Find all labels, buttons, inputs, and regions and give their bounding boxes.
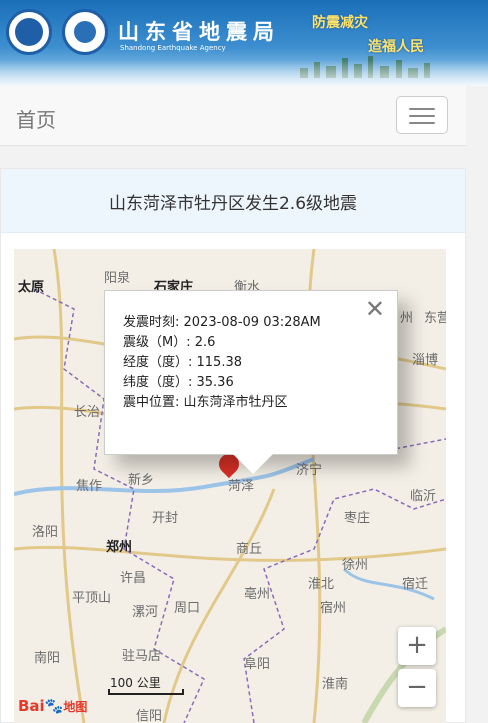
map-city-label: 临沂: [410, 489, 437, 504]
map-city-label: 驻马店: [122, 649, 162, 664]
map-city-label: 宿州: [320, 601, 347, 616]
map-city-label: 郑州: [106, 540, 133, 555]
map-city-label: 太原: [18, 280, 45, 295]
map-city-label: 漯河: [132, 605, 159, 620]
popup-magnitude: 震级（M）: 2.6: [123, 335, 216, 350]
map-city-label: 淮南: [322, 677, 349, 692]
map-city-label: 东营: [424, 311, 446, 326]
map-city-label: 徐州: [342, 558, 369, 573]
top-navbar: 首页: [0, 86, 466, 146]
banner-wave-decoration: [0, 60, 488, 86]
map-city-label: 济宁: [296, 463, 323, 478]
agency-subtitle: Shandong Earthquake Agency: [120, 44, 226, 52]
map-scale-bar: [108, 689, 184, 695]
earthquake-info-popup: ✕ 发震时刻: 2023-08-09 03:28AM 震级（M）: 2.6 经度…: [104, 290, 398, 474]
map-city-label: 商丘: [236, 542, 263, 557]
agency-seal-logo: [62, 9, 108, 55]
popup-latitude: 纬度（度）: 35.36: [123, 375, 234, 390]
map-city-label: 菏泽: [228, 479, 255, 494]
map-city-label: 亳州: [244, 587, 271, 602]
map-city-label: 南阳: [34, 651, 61, 666]
map-city-label: 宿迁: [402, 577, 429, 592]
menu-toggle-button[interactable]: [396, 96, 448, 134]
map-city-label: 阜阳: [244, 657, 271, 672]
zoom-in-button[interactable]: +: [398, 627, 436, 665]
epicenter-map[interactable]: 太原 阳泉 石家庄 衡水 州 东营 淄博 长治 济宁 焦作 新乡 菏泽 临沂 洛…: [14, 249, 446, 723]
seismology-seal-logo: [6, 9, 52, 55]
slogan-line-2: 造福人民: [368, 39, 424, 55]
map-city-label: 淮北: [308, 577, 335, 592]
baidu-logo-suffix: 地图: [63, 700, 88, 714]
paw-icon: 🐾: [44, 697, 64, 715]
popup-origin-time: 发震时刻: 2023-08-09 03:28AM: [123, 315, 321, 330]
hamburger-icon: [409, 108, 435, 110]
map-city-label: 许昌: [120, 571, 147, 586]
map-city-label: 平顶山: [72, 591, 112, 606]
map-city-label: 新乡: [128, 473, 155, 488]
nav-home-link[interactable]: 首页: [16, 104, 56, 133]
panel-heading: 山东菏泽市牡丹区发生2.6级地震: [1, 169, 465, 233]
site-banner: 山东省地震局 Shandong Earthquake Agency 防震减灾 造…: [0, 0, 488, 86]
popup-epicenter-location: 震中位置: 山东菏泽市牡丹区: [123, 395, 288, 410]
popup-pointer: [233, 454, 273, 474]
map-city-label: 焦作: [76, 479, 103, 494]
agency-title: 山东省地震局: [118, 19, 280, 44]
map-city-label: 枣庄: [344, 511, 371, 526]
map-city-label: 州: [400, 311, 414, 326]
map-city-label: 信阳: [136, 709, 163, 723]
map-city-label: 洛阳: [32, 525, 59, 540]
map-city-label: 阳泉: [104, 271, 131, 286]
map-city-label: 周口: [174, 601, 201, 616]
zoom-out-button[interactable]: −: [398, 669, 436, 707]
earthquake-title: 山东菏泽市牡丹区发生2.6级地震: [108, 194, 358, 214]
slogan-line-1: 防震减灾: [312, 15, 368, 31]
baidu-logo-text: Bai: [18, 697, 45, 715]
close-icon[interactable]: ✕: [365, 295, 385, 323]
map-city-label: 开封: [152, 511, 179, 526]
map-city-label: 淄博: [412, 353, 439, 368]
map-city-label: 长治: [74, 405, 101, 420]
popup-longitude: 经度（度）: 115.38: [123, 355, 242, 370]
baidu-map-logo[interactable]: Bai🐾地图: [18, 697, 87, 715]
